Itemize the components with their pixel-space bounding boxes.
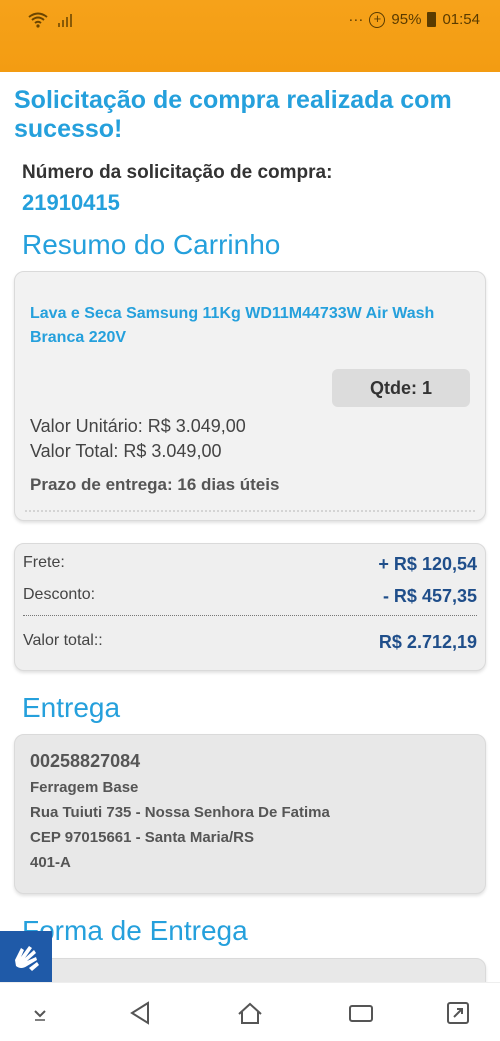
total-row: Valor total:: R$ 2.712,19 [23,632,477,653]
home-icon[interactable] [236,999,264,1027]
delivery-section-title: Entrega [22,692,121,723]
customer-name: Ferragem Base [30,779,139,796]
product-name[interactable]: Lava e Seca Samsung 11Kg WD11M44733W Air… [30,302,480,350]
unit-price: Valor Unitário: R$ 3.049,00 [30,416,246,436]
status-bar: ··· + 95% 01:54 [0,0,500,72]
signal-icon [58,13,72,27]
order-number-label: Número da solicitação de compra: [22,162,333,183]
address-card: 00258827084 Ferragem Base Rua Tuiuti 735… [14,734,486,894]
shipping-value: + R$ 120,54 [378,554,477,574]
divider [23,615,477,616]
customer-code: 00258827084 [30,751,141,771]
totals-card: Frete: + R$ 120,54 Desconto: - R$ 457,35… [14,543,486,671]
total-label: Valor total:: [23,632,103,649]
data-saver-icon: + [369,11,386,28]
product-card: Lava e Seca Samsung 11Kg WD11M44733W Air… [14,271,486,521]
delivery-time: Prazo de entrega: 16 dias úteis [30,475,280,494]
status-dots: ··· [348,11,364,28]
wifi-icon [28,12,48,28]
rotate-icon[interactable] [444,999,472,1027]
shipping-label: Frete: [23,554,65,571]
back-icon[interactable] [126,999,154,1027]
battery-percent: 95% [391,11,422,28]
order-number: 21910415 [22,190,120,215]
total-value: R$ 2.712,19 [378,632,477,652]
accessibility-button[interactable] [0,931,52,983]
address-complement: 401-A [30,854,71,871]
address-cep: CEP 97015661 - Santa Maria/RS [30,829,255,846]
delivery-method-section-title: Forma de Entrega [22,915,248,946]
address-street: Rua Tuiuti 735 - Nossa Senhora De Fatima [30,804,330,821]
divider [25,510,475,512]
shipping-row: Frete: + R$ 120,54 [23,554,477,575]
page-title: Solicitação de compra realizada com suce… [14,86,452,143]
total-price: Valor Total: R$ 3.049,00 [30,441,222,461]
keyboard-down-icon[interactable] [26,999,54,1027]
cart-section-title: Resumo do Carrinho [22,229,281,260]
discount-label: Desconto: [23,586,96,603]
recents-icon[interactable] [347,999,375,1027]
sign-language-icon [15,946,39,971]
quantity-badge: Qtde: 1 [332,369,470,407]
battery-icon [427,12,437,27]
discount-value: - R$ 457,35 [382,586,477,606]
discount-row: Desconto: - R$ 457,35 [23,586,477,607]
navigation-bar [0,982,500,1041]
clock: 01:54 [442,11,480,28]
